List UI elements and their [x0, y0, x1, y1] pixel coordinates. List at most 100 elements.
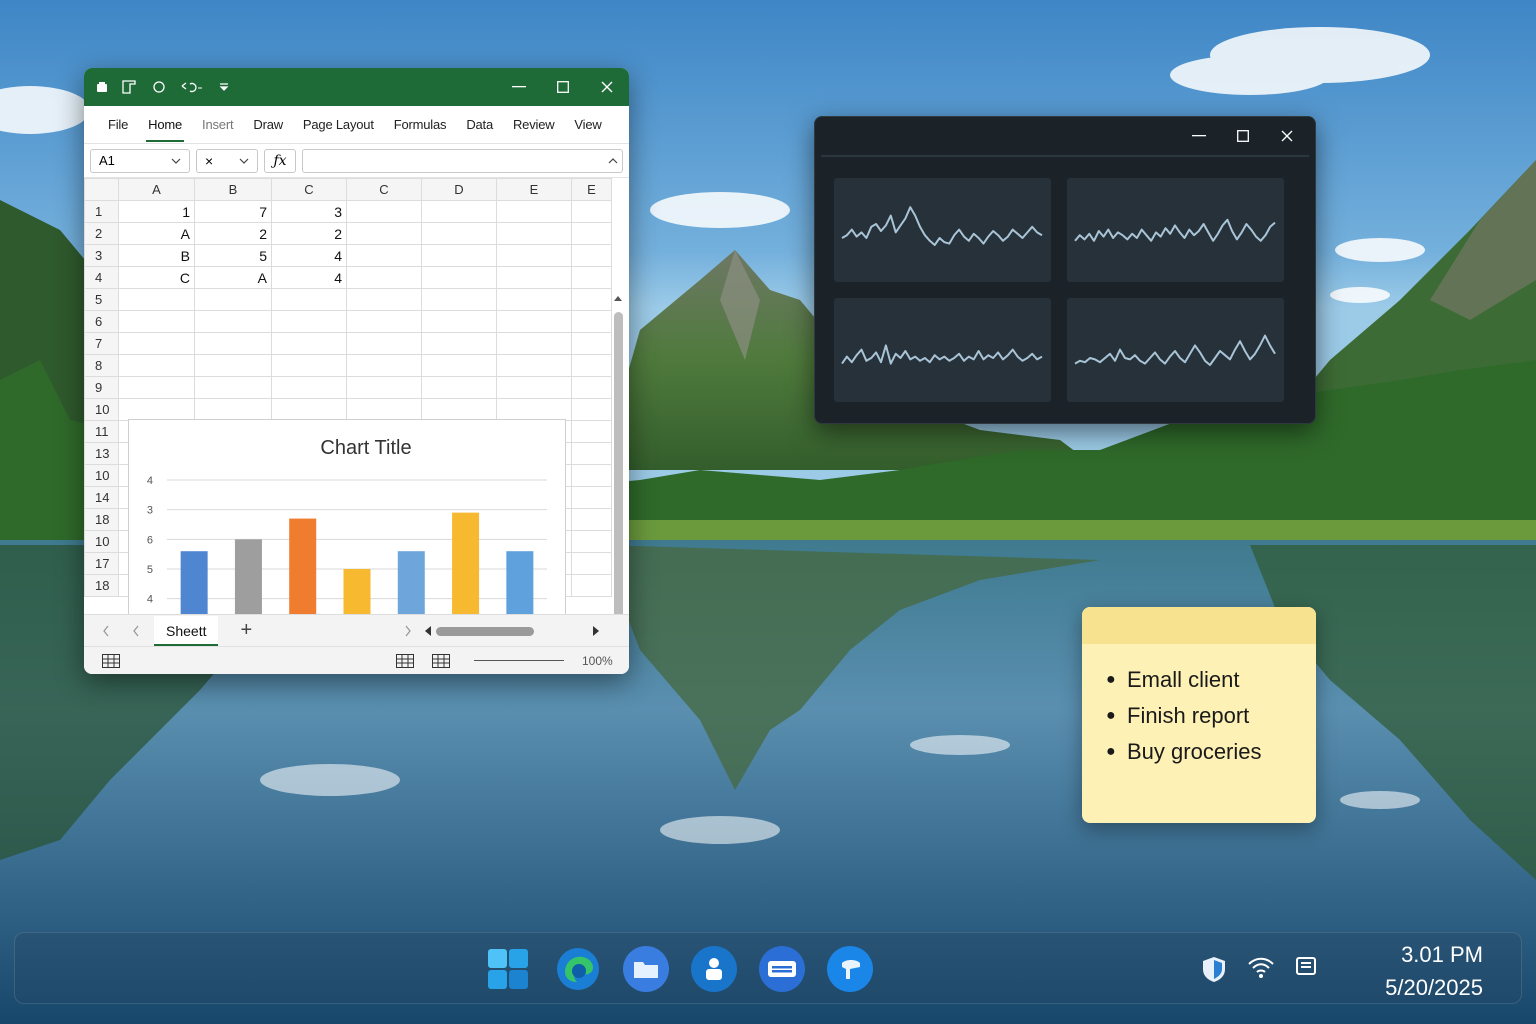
- cell[interactable]: [194, 332, 272, 355]
- chevron-right-icon[interactable]: [404, 625, 412, 637]
- cell[interactable]: [571, 530, 612, 553]
- row-header[interactable]: 10: [84, 530, 119, 553]
- cell[interactable]: [496, 310, 572, 333]
- cell[interactable]: [346, 200, 422, 223]
- cell[interactable]: 4: [271, 266, 347, 289]
- zoom-level[interactable]: 100%: [582, 654, 613, 668]
- cell[interactable]: [496, 244, 572, 267]
- graph-tile[interactable]: [1067, 298, 1284, 402]
- row-header[interactable]: 13: [84, 442, 119, 465]
- save-icon[interactable]: [122, 80, 138, 94]
- cell[interactable]: [346, 354, 422, 377]
- cell[interactable]: [496, 332, 572, 355]
- row-header[interactable]: 7: [84, 332, 119, 355]
- row-header[interactable]: 8: [84, 354, 119, 377]
- cell[interactable]: C: [118, 266, 195, 289]
- cell[interactable]: A: [118, 222, 195, 245]
- column-header[interactable]: C: [346, 178, 422, 201]
- customize-toolbar-icon[interactable]: [218, 82, 230, 92]
- graph-tile[interactable]: [834, 178, 1051, 282]
- list-item[interactable]: ● Buy groceries: [1106, 734, 1316, 770]
- start-button[interactable]: [485, 946, 531, 992]
- cell[interactable]: [271, 288, 347, 311]
- mail-app-button[interactable]: [759, 946, 805, 992]
- horizontal-scroll-thumb[interactable]: [436, 627, 534, 636]
- cell[interactable]: [571, 310, 612, 333]
- row-header[interactable]: 18: [84, 574, 119, 597]
- row-header[interactable]: 10: [84, 398, 119, 421]
- cell[interactable]: B: [118, 244, 195, 267]
- cell[interactable]: [496, 398, 572, 421]
- row-header[interactable]: 9: [84, 376, 119, 399]
- column-header[interactable]: A: [118, 178, 195, 201]
- clock-date[interactable]: 5/20/2025: [1385, 975, 1483, 1001]
- row-header[interactable]: 3: [84, 244, 119, 267]
- cell[interactable]: 1: [118, 200, 195, 223]
- excel-window[interactable]: File Home Insert Draw Page Layout Formul…: [84, 68, 629, 674]
- column-header[interactable]: D: [421, 178, 497, 201]
- scroll-left-icon[interactable]: [424, 626, 432, 636]
- cell[interactable]: [571, 332, 612, 355]
- wifi-icon[interactable]: [1247, 955, 1275, 979]
- cell[interactable]: [421, 398, 497, 421]
- formula-cancel-button[interactable]: ×: [196, 148, 258, 173]
- chart-title[interactable]: Chart Title: [320, 437, 411, 459]
- cell[interactable]: [118, 354, 195, 377]
- autosave-icon[interactable]: [96, 81, 108, 93]
- cell[interactable]: [194, 354, 272, 377]
- row-header[interactable]: 6: [84, 310, 119, 333]
- row-header[interactable]: 1: [84, 200, 119, 223]
- tab-formulas[interactable]: Formulas: [384, 106, 457, 144]
- row-header[interactable]: 14: [84, 486, 119, 509]
- sheet-tab[interactable]: Sheett: [154, 615, 219, 646]
- vertical-scroll-thumb[interactable]: [614, 312, 623, 614]
- column-header[interactable]: B: [194, 178, 272, 201]
- insert-function-button[interactable]: ƒx: [264, 148, 296, 173]
- cell[interactable]: [271, 398, 347, 421]
- cell[interactable]: 7: [194, 200, 272, 223]
- cell[interactable]: 4: [271, 244, 347, 267]
- cell[interactable]: [118, 288, 195, 311]
- cell[interactable]: [571, 508, 612, 531]
- row-header[interactable]: 17: [84, 552, 119, 575]
- embedded-bar-chart[interactable]: Chart Title0245634ABCDDEE: [128, 419, 566, 614]
- row-header[interactable]: 10: [84, 464, 119, 487]
- cell[interactable]: [271, 354, 347, 377]
- cell[interactable]: [571, 288, 612, 311]
- file-explorer-button[interactable]: [623, 946, 669, 992]
- cell[interactable]: [571, 486, 612, 509]
- cell[interactable]: 2: [271, 222, 347, 245]
- cell[interactable]: 3: [271, 200, 347, 223]
- cell[interactable]: [421, 354, 497, 377]
- cell[interactable]: [571, 266, 612, 289]
- sticky-note[interactable]: ● Emall client ● Finish report ● Buy grocer…: [1082, 607, 1316, 823]
- formula-input[interactable]: [302, 148, 623, 173]
- cell[interactable]: [571, 574, 612, 597]
- tab-data[interactable]: Data: [456, 106, 503, 144]
- zoom-slider[interactable]: [474, 660, 564, 661]
- lock-app-button[interactable]: [691, 946, 737, 992]
- close-button[interactable]: [585, 68, 629, 106]
- tab-review[interactable]: Review: [503, 106, 564, 144]
- column-header[interactable]: C: [271, 178, 347, 201]
- chevron-left-icon[interactable]: [132, 625, 140, 637]
- clock-time[interactable]: 3.01 PM: [1401, 942, 1483, 968]
- cell[interactable]: [346, 310, 422, 333]
- cell[interactable]: [496, 222, 572, 245]
- row-header[interactable]: 4: [84, 266, 119, 289]
- cell[interactable]: [496, 266, 572, 289]
- undo-icon[interactable]: [180, 80, 204, 94]
- edge-button[interactable]: [555, 946, 601, 992]
- graph-tile[interactable]: [1067, 178, 1284, 282]
- list-item[interactable]: ● Emall client: [1106, 662, 1316, 698]
- list-item[interactable]: ● Finish report: [1106, 698, 1316, 734]
- cell[interactable]: [571, 464, 612, 487]
- cell[interactable]: [496, 200, 572, 223]
- maximize-button[interactable]: [541, 68, 585, 106]
- store-app-button[interactable]: [827, 946, 873, 992]
- cell[interactable]: [421, 376, 497, 399]
- cell[interactable]: [421, 288, 497, 311]
- cell[interactable]: [118, 332, 195, 355]
- add-sheet-button[interactable]: +: [240, 619, 252, 642]
- cell[interactable]: [421, 200, 497, 223]
